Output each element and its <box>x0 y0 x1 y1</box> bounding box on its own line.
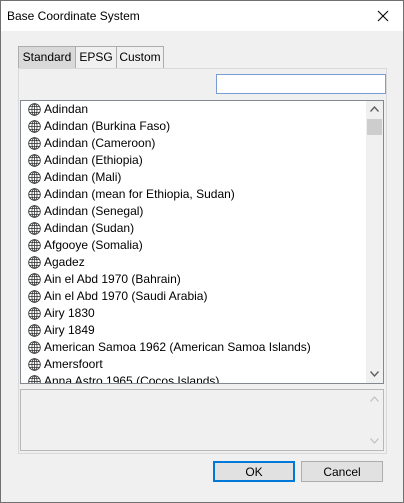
list-item-label: Amersfoort <box>44 357 103 371</box>
scroll-up-button[interactable] <box>366 101 383 118</box>
close-icon <box>377 10 389 22</box>
list-item[interactable]: Ain el Abd 1970 (Bahrain) <box>21 271 366 288</box>
list-items: Adindan Adindan (Burkina Faso) Adindan (Ca… <box>21 101 366 384</box>
globe-icon <box>28 188 41 201</box>
description-scrollbar[interactable] <box>366 390 383 450</box>
list-item-label: Airy 1849 <box>44 323 95 337</box>
globe-icon <box>28 341 41 354</box>
globe-icon <box>28 239 41 252</box>
list-item-label: Ain el Abd 1970 (Saudi Arabia) <box>44 289 208 303</box>
globe-icon <box>28 273 41 286</box>
globe-icon <box>28 324 41 337</box>
globe-icon <box>28 205 41 218</box>
scroll-thumb[interactable] <box>367 119 382 135</box>
list-item-label: Airy 1830 <box>44 306 95 320</box>
chevron-up-icon <box>370 106 379 112</box>
list-item-label: Anna Astro 1965 (Cocos Islands) <box>44 374 220 384</box>
close-button[interactable] <box>363 1 403 31</box>
globe-icon <box>28 375 41 383</box>
globe-icon <box>28 222 41 235</box>
list-item-label: Adindan (Burkina Faso) <box>44 119 171 133</box>
globe-icon <box>28 290 41 303</box>
list-item[interactable]: Adindan (Sudan) <box>21 220 366 237</box>
list-item-label: Agadez <box>44 255 85 269</box>
list-item[interactable]: Adindan (Ethiopia) <box>21 152 366 169</box>
chevron-down-icon <box>370 438 379 444</box>
globe-icon <box>28 120 41 133</box>
list-item-label: American Samoa 1962 (American Samoa Isla… <box>44 340 311 354</box>
list-item-label: Afgooye (Somalia) <box>44 238 143 252</box>
list-item[interactable]: Airy 1849 <box>21 322 366 339</box>
list-item[interactable]: Afgooye (Somalia) <box>21 237 366 254</box>
description-box <box>20 389 384 451</box>
scroll-down-button[interactable] <box>366 366 383 383</box>
chevron-down-icon <box>370 371 379 377</box>
list-item[interactable]: Adindan <box>21 101 366 118</box>
title-bar: Base Coordinate System <box>1 1 403 31</box>
globe-icon <box>28 103 41 116</box>
list-item[interactable]: Airy 1830 <box>21 305 366 322</box>
list-scrollbar[interactable] <box>366 101 383 383</box>
globe-icon <box>28 154 41 167</box>
coordinate-system-list[interactable]: Adindan Adindan (Burkina Faso) Adindan (Ca… <box>20 100 384 384</box>
tab-custom[interactable]: Custom <box>116 46 164 68</box>
globe-icon <box>28 171 41 184</box>
list-item-label: Adindan (Ethiopia) <box>44 153 143 167</box>
globe-icon <box>28 137 41 150</box>
list-item-label: Adindan (Senegal) <box>44 204 144 218</box>
list-item[interactable]: Adindan (Burkina Faso) <box>21 118 366 135</box>
list-item-label: Adindan (Sudan) <box>44 221 135 235</box>
cancel-button[interactable]: Cancel <box>301 461 383 482</box>
list-item[interactable]: Ain el Abd 1970 (Saudi Arabia) <box>21 288 366 305</box>
list-item-label: Adindan (Mali) <box>44 170 122 184</box>
globe-icon <box>28 256 41 269</box>
filter-input[interactable] <box>216 74 386 94</box>
list-item-label: Adindan <box>44 102 89 116</box>
tab-standard[interactable]: Standard <box>18 46 76 69</box>
list-item-label: Adindan (Cameroon) <box>44 136 156 150</box>
list-item[interactable]: Amersfoort <box>21 356 366 373</box>
list-item[interactable]: Adindan (mean for Ethiopia, Sudan) <box>21 186 366 203</box>
globe-icon <box>28 358 41 371</box>
ok-button[interactable]: OK <box>213 461 295 482</box>
list-item[interactable]: Adindan (Cameroon) <box>21 135 366 152</box>
list-item-label: Ain el Abd 1970 (Bahrain) <box>44 272 181 286</box>
list-item-label: Adindan (mean for Ethiopia, Sudan) <box>44 187 235 201</box>
list-item[interactable]: Agadez <box>21 254 366 271</box>
globe-icon <box>28 307 41 320</box>
chevron-up-icon <box>370 396 379 402</box>
tab-epsg[interactable]: EPSG <box>75 46 117 68</box>
window-title: Base Coordinate System <box>7 9 140 23</box>
list-item[interactable]: Anna Astro 1965 (Cocos Islands) <box>21 373 366 384</box>
list-item[interactable]: Adindan (Mali) <box>21 169 366 186</box>
list-item[interactable]: Adindan (Senegal) <box>21 203 366 220</box>
list-item[interactable]: American Samoa 1962 (American Samoa Isla… <box>21 339 366 356</box>
